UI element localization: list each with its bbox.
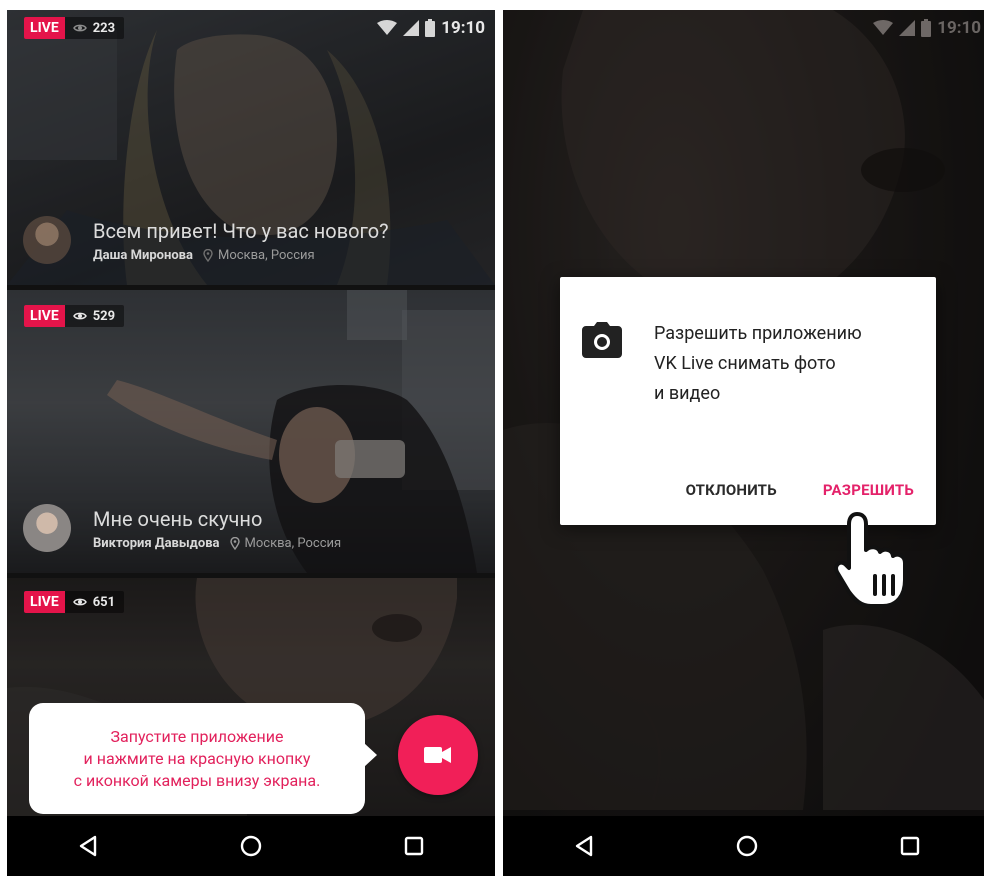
stream-location: Москва, Россия: [217, 247, 315, 263]
hand-pointer-icon: [834, 512, 907, 608]
navigation-bar: [503, 816, 984, 876]
back-icon: [576, 835, 593, 857]
viewer-count: 651: [92, 594, 116, 610]
stream-location: Москва, Россия: [244, 535, 342, 551]
location-pin-icon: [203, 248, 213, 262]
cell-signal-icon: [899, 20, 916, 36]
home-icon: [736, 835, 758, 857]
stream-message: Всем привет! Что у вас нового?: [93, 218, 389, 243]
live-indicator: LIVE 529: [24, 305, 125, 327]
live-badge: LIVE: [24, 591, 65, 613]
location-pin-icon: [229, 536, 240, 550]
recents-icon: [404, 836, 423, 856]
allow-button[interactable]: РАЗРЕШИТЬ: [823, 481, 914, 499]
avatar[interactable]: [23, 504, 71, 552]
stream-message: Мне очень скучно: [93, 506, 263, 531]
permission-message-line: VK Live снимать фото: [654, 353, 836, 374]
video-camera-icon: [424, 747, 451, 763]
recents-icon: [900, 836, 919, 856]
permission-message-line: Разрешить приложению: [654, 323, 862, 344]
permission-message: Разрешить приложению VK Live снимать фот…: [654, 319, 914, 409]
viewer-count: 529: [92, 308, 116, 324]
battery-icon: [425, 19, 436, 37]
back-icon: [80, 835, 97, 857]
tooltip-line: с иконкой камеры внизу экрана.: [73, 770, 321, 790]
recents-button[interactable]: [880, 816, 940, 876]
author-name[interactable]: Даша Миронова: [93, 248, 193, 263]
wifi-icon: [377, 20, 398, 35]
status-time: 19:10: [937, 18, 981, 38]
stream-info: Всем привет! Что у вас нового? Даша Миро…: [23, 216, 485, 264]
status-bar: 19:10: [7, 10, 495, 44]
author-name[interactable]: Виктория Давыдова: [93, 536, 220, 551]
cell-signal-icon: [403, 20, 420, 36]
recents-button[interactable]: [384, 816, 444, 876]
camera-icon: [582, 322, 622, 358]
live-indicator: LIVE 651: [24, 591, 125, 613]
permission-message-line: и видео: [654, 383, 721, 404]
eye-icon: [72, 312, 87, 320]
tooltip-line: и нажмите на красную кнопку: [83, 748, 311, 768]
navigation-bar: [7, 816, 495, 876]
home-button[interactable]: [221, 816, 281, 876]
right-phone-screen: 19:10 Разрешить приложению VK Live снима…: [503, 10, 984, 876]
home-button[interactable]: [717, 816, 777, 876]
stream-info: Мне очень скучно Виктория Давыдова Москв…: [23, 504, 485, 552]
left-phone-screen: LIVE 223 Всем привет! Что у вас нового? …: [7, 10, 495, 876]
wifi-icon: [873, 20, 894, 35]
tooltip-line: Запустите приложение: [110, 726, 284, 746]
avatar[interactable]: [23, 216, 71, 264]
eye-icon: [72, 598, 87, 606]
permission-dialog: Разрешить приложению VK Live снимать фот…: [560, 277, 936, 525]
deny-button[interactable]: ОТКЛОНИТЬ: [686, 481, 777, 499]
status-time: 19:10: [441, 18, 485, 38]
start-stream-button[interactable]: [398, 715, 478, 795]
back-button[interactable]: [58, 816, 118, 876]
live-badge: LIVE: [24, 305, 65, 327]
battery-icon: [921, 19, 932, 37]
onboarding-tooltip: Запустите приложение и нажмите на красну…: [29, 703, 377, 814]
status-bar: 19:10: [503, 10, 984, 44]
home-icon: [240, 835, 262, 857]
back-button[interactable]: [554, 816, 614, 876]
